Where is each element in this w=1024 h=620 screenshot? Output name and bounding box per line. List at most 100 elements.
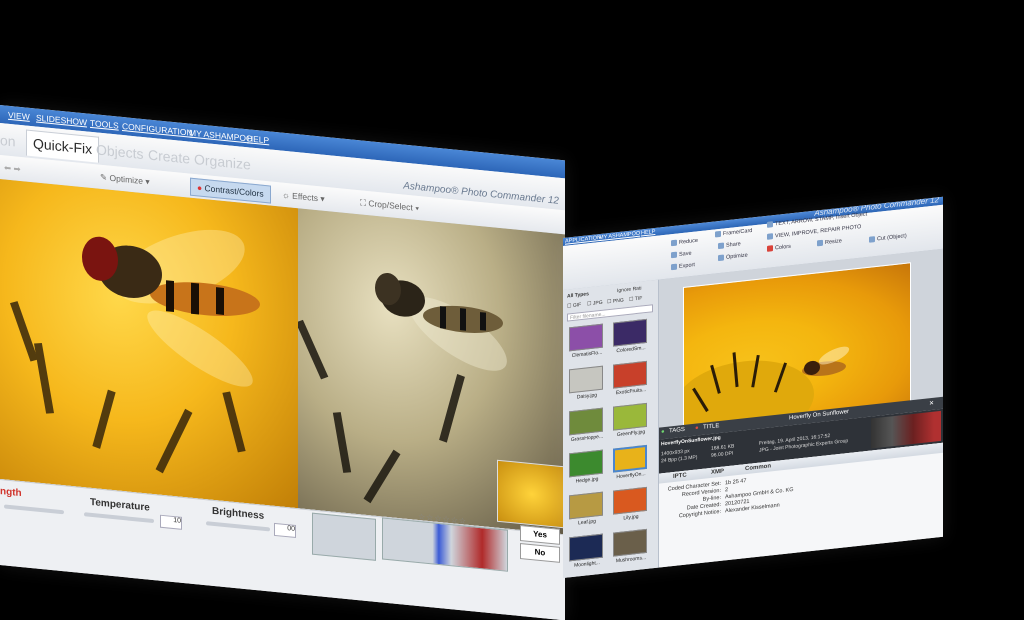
temperature-value[interactable]: 10 — [160, 514, 182, 530]
cut-object-button[interactable]: Cut (Object) — [869, 233, 907, 244]
tab-organize[interactable]: Organize — [194, 151, 251, 173]
view-icon — [767, 233, 773, 240]
share-icon — [718, 242, 724, 250]
title-icon[interactable]: ● — [695, 425, 699, 431]
photo-commander-browser-window: APPLICATION MY ASHAMPOO HELP Ashampoo® P… — [563, 196, 943, 578]
thumbnail-item[interactable]: Moonlight... — [567, 533, 607, 573]
no-button[interactable]: No — [520, 542, 560, 563]
tab-objects[interactable]: Objects — [96, 141, 143, 162]
scissors-icon — [869, 236, 875, 243]
metadata-value[interactable]: 2 — [725, 487, 728, 493]
share-label: Share — [726, 241, 741, 249]
crop-select-button[interactable]: ⛶ Crop/Select ▾ — [360, 194, 419, 216]
thumbnail-image — [613, 528, 647, 557]
metadata-value[interactable]: 1b 25 47 — [725, 478, 746, 486]
effects-button[interactable]: ☼ Effects ▾ — [282, 187, 325, 207]
thumbnail-item[interactable]: HoverflyOn... — [611, 444, 651, 484]
thumbnail-item[interactable]: ClematisFlo... — [567, 323, 607, 363]
thumbnail-item[interactable]: GrassHoppe... — [567, 407, 607, 447]
tab-xmp[interactable]: XMP — [711, 469, 724, 476]
tab-partial[interactable]: on — [0, 132, 16, 150]
menu-help[interactable]: HELP — [247, 133, 269, 145]
brightness-value[interactable]: 00 — [274, 522, 296, 539]
reduce-button[interactable]: Reduce — [671, 237, 698, 247]
thumbnail-image — [569, 407, 603, 436]
yes-button[interactable]: Yes — [520, 524, 560, 545]
effects-label: Effects — [292, 190, 318, 204]
filter-jpg-label: JPG — [592, 299, 603, 307]
thumbnail-item[interactable]: Hedge.jpg — [567, 449, 607, 489]
temperature-label: Temperature — [90, 496, 150, 514]
save-button[interactable]: Save — [671, 250, 692, 259]
filter-png-label: PNG — [612, 297, 624, 305]
save-label: Save — [679, 250, 692, 258]
reduce-label: Reduce — [679, 237, 698, 246]
contrast-colors-label: Contrast/Colors — [204, 183, 264, 199]
arrows-icon[interactable]: ⬅ ➡ — [4, 159, 21, 177]
frame-card-label: Frame/Card — [723, 227, 753, 238]
tab-iptc[interactable]: IPTC — [673, 473, 687, 480]
thumbnail-image — [613, 360, 647, 389]
filter-tif[interactable]: ☐ TIF — [629, 295, 642, 302]
menu-view[interactable]: VIEW — [8, 110, 30, 122]
thumbnail-item[interactable]: GreenFly.jpg — [611, 402, 651, 442]
share-button[interactable]: Share — [718, 241, 741, 250]
frame-card-button[interactable]: Frame/Card — [715, 227, 752, 238]
reduce-icon — [671, 239, 677, 247]
filter-gif[interactable]: ☐ GIF — [567, 302, 581, 310]
thumbnail-item[interactable]: Mushrooms... — [611, 528, 651, 568]
navigator-preview[interactable] — [497, 459, 565, 529]
thumbnail-image — [569, 449, 603, 478]
menu-tools[interactable]: TOOLS — [90, 118, 119, 131]
thumbnail-image — [613, 318, 647, 347]
before-after-image[interactable]: ☆☆☆☆☆☆ — [0, 179, 565, 535]
resize-button[interactable]: Resize — [817, 238, 842, 247]
menu-slideshow[interactable]: SLIDESHOW — [36, 113, 87, 128]
colors-icon — [767, 245, 773, 252]
colors-button[interactable]: Colors — [767, 243, 791, 252]
length-slider[interactable] — [4, 504, 64, 515]
ignore-rating-toggle[interactable]: Ignore Rati — [617, 285, 641, 294]
crop-select-label: Crop/Select — [368, 198, 413, 213]
close-icon[interactable]: ✕ — [929, 400, 934, 408]
optimize-button[interactable]: ✎ Optimize ▾ — [100, 169, 150, 190]
temperature-slider[interactable] — [84, 512, 154, 524]
text-icon — [767, 221, 773, 228]
original-photo — [0, 179, 298, 509]
brightness-slider[interactable] — [206, 521, 270, 532]
tab-create[interactable]: Create — [148, 147, 190, 167]
thumbnail-item[interactable]: Lily.jpg — [611, 486, 651, 526]
thumbnail-image — [613, 486, 647, 515]
metadata-value[interactable]: Ashampoo GmbH & Co. KG — [725, 487, 793, 500]
export-button[interactable]: Export — [671, 262, 695, 271]
file-dpi: 96.00 DPI — [711, 450, 734, 459]
resize-label: Resize — [825, 238, 842, 246]
resize-icon — [817, 239, 823, 247]
thumbnail-item[interactable]: ColoredSm... — [611, 318, 651, 358]
filter-tif-label: TIF — [634, 295, 643, 303]
filter-png[interactable]: ☐ PNG — [607, 297, 624, 305]
thumbnail-image — [569, 365, 603, 394]
photo-commander-main-window: VIEW SLIDESHOW TOOLS CONFIGURATION MY AS… — [0, 105, 565, 620]
thumbnail-image — [569, 533, 603, 562]
title-tab[interactable]: TITLE — [703, 423, 719, 431]
frame-icon — [715, 230, 721, 238]
menu-my-ashampoo[interactable]: MY ASHAMPOO — [189, 128, 253, 144]
tab-common[interactable]: Common — [745, 463, 771, 472]
type-select[interactable]: All Types — [567, 291, 589, 299]
colors-label: Colors — [775, 243, 791, 252]
cut-object-label: Cut (Object) — [877, 233, 907, 243]
brightness-label: Brightness — [212, 505, 265, 522]
filter-jpg[interactable]: ☐ JPG — [587, 300, 603, 308]
optimize-button[interactable]: Optimize — [718, 252, 748, 262]
hoverfly-illustration — [9, 229, 260, 474]
tags-tab[interactable]: TAGS — [669, 427, 685, 435]
thumbnail-image — [613, 402, 647, 431]
thumbnail-image — [569, 323, 603, 352]
curve-graph[interactable] — [312, 512, 376, 561]
thumbnail-item[interactable]: ExoticFruits... — [611, 360, 651, 400]
optimize-icon — [718, 254, 724, 262]
tags-icon[interactable]: ● — [661, 429, 665, 435]
thumbnail-item[interactable]: Leaf.jpg — [567, 491, 607, 531]
thumbnail-item[interactable]: Daisy.jpg — [567, 365, 607, 405]
